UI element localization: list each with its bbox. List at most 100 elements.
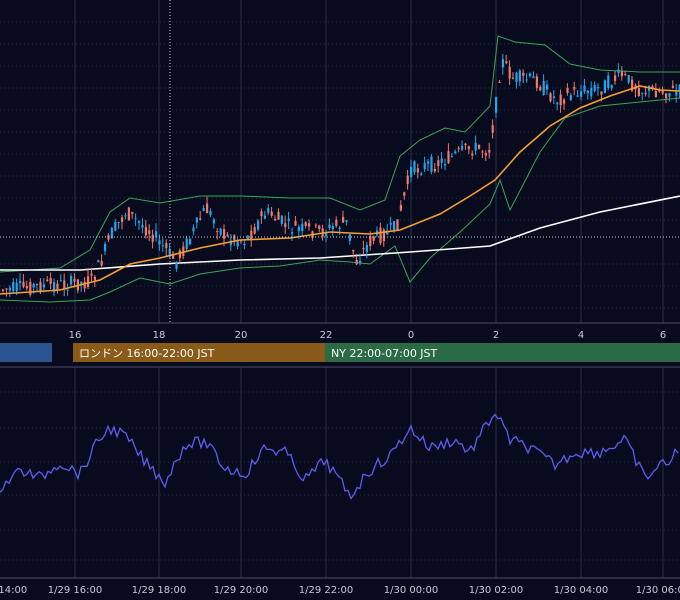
candle-body: [73, 278, 76, 282]
candle-body: [607, 75, 610, 88]
datetime-tick-label: 1/29 18:00: [132, 585, 186, 596]
candle-body: [447, 151, 450, 164]
candle-body: [423, 163, 426, 170]
candle-body: [97, 260, 100, 263]
candle-body: [219, 228, 222, 235]
hour-tick-label: 22: [320, 330, 333, 341]
candle-body: [165, 243, 168, 249]
candle-body: [49, 277, 52, 284]
candle-body: [576, 95, 579, 97]
candle-body: [267, 207, 270, 213]
candle-body: [450, 156, 453, 158]
candle-body: [637, 87, 640, 97]
session-bar: ロンドン 16:00-22:00 JST NY 22:00-07:00 JST: [0, 343, 680, 362]
candle-body: [491, 125, 494, 133]
candle-body: [12, 282, 15, 292]
candle-body: [399, 205, 402, 211]
candle-body: [127, 207, 130, 221]
candle-body: [597, 87, 600, 89]
candle-body: [87, 276, 90, 287]
candle-body: [178, 250, 181, 258]
candle-body: [260, 211, 263, 217]
candle-body: [444, 164, 447, 166]
candle-body: [100, 260, 103, 266]
candle-body: [63, 280, 66, 289]
candle-body: [552, 96, 555, 98]
candle-body: [481, 151, 484, 153]
candle-body: [274, 219, 277, 221]
candle-body: [467, 146, 470, 150]
candle-body: [287, 218, 290, 222]
candle-body: [559, 94, 562, 106]
candle-body: [457, 148, 460, 150]
candle-body: [580, 91, 583, 97]
candle-body: [155, 231, 158, 238]
candle-body: [134, 217, 137, 219]
candle-body: [175, 261, 178, 269]
candle-body: [199, 218, 202, 220]
candle-body: [614, 75, 617, 81]
candle-body: [518, 70, 521, 82]
datetime-tick-label: 1/29 14:00: [0, 585, 27, 596]
candle-body: [505, 61, 508, 64]
candle-body: [104, 244, 107, 252]
candle-body: [131, 211, 134, 214]
candle-body: [654, 90, 657, 98]
candle-body: [661, 90, 664, 94]
candle-body: [117, 221, 120, 223]
candle-body: [124, 215, 127, 217]
datetime-tick-label: 1/30 06:00: [636, 585, 680, 596]
candle-body: [600, 91, 603, 95]
candle-body: [529, 73, 532, 77]
candle-body: [508, 66, 511, 79]
candle-body: [641, 92, 644, 94]
candle-body: [161, 245, 164, 247]
candle-body: [563, 99, 566, 104]
candle-body: [22, 281, 25, 287]
candle-body: [297, 226, 300, 232]
candle-body: [246, 235, 249, 240]
candle-body: [427, 161, 430, 164]
candle-body: [433, 168, 436, 172]
candle-body: [668, 93, 671, 97]
candle-body: [93, 276, 96, 281]
candle-body: [532, 76, 535, 79]
candle-body: [471, 153, 474, 156]
session-ny-label: NY 22:00-07:00 JST: [331, 347, 438, 360]
candle-body: [362, 247, 365, 250]
datetime-tick-label: 1/30 02:00: [469, 585, 523, 596]
candle-body: [566, 87, 569, 93]
trading-chart[interactable]: 16 18 20 22 0 2 4 6 ロンドン 16:00-22:00 JST…: [0, 0, 680, 600]
candle-body: [501, 59, 504, 68]
candle-body: [671, 85, 674, 88]
candle-body: [328, 224, 331, 229]
hour-tick-label: 16: [69, 330, 82, 341]
candle-body: [233, 235, 236, 241]
candle-body: [342, 216, 345, 223]
candle-body: [212, 219, 215, 224]
candle-body: [121, 217, 124, 222]
candle-body: [338, 227, 341, 230]
candle-body: [546, 84, 549, 90]
candle-body: [5, 288, 8, 290]
candle-body: [478, 144, 481, 149]
candle-body: [138, 221, 141, 223]
session-tokyo[interactable]: [0, 343, 52, 362]
candle-body: [644, 93, 647, 95]
hour-tick-label: 6: [660, 330, 666, 341]
candle-body: [365, 244, 368, 253]
candle-body: [539, 86, 542, 91]
candle-body: [66, 289, 69, 291]
candle-body: [348, 234, 351, 241]
candle-body: [416, 168, 419, 173]
session-london-label: ロンドン 16:00-22:00 JST: [79, 347, 215, 360]
candle-body: [29, 281, 32, 295]
candle-body: [291, 232, 294, 234]
candle-body: [90, 273, 93, 276]
candle-body: [151, 234, 154, 242]
candle-body: [144, 227, 147, 236]
candle-body: [114, 221, 117, 231]
candle-body: [32, 284, 35, 288]
candle-body: [284, 223, 287, 228]
hour-tick-label: 2: [493, 330, 499, 341]
